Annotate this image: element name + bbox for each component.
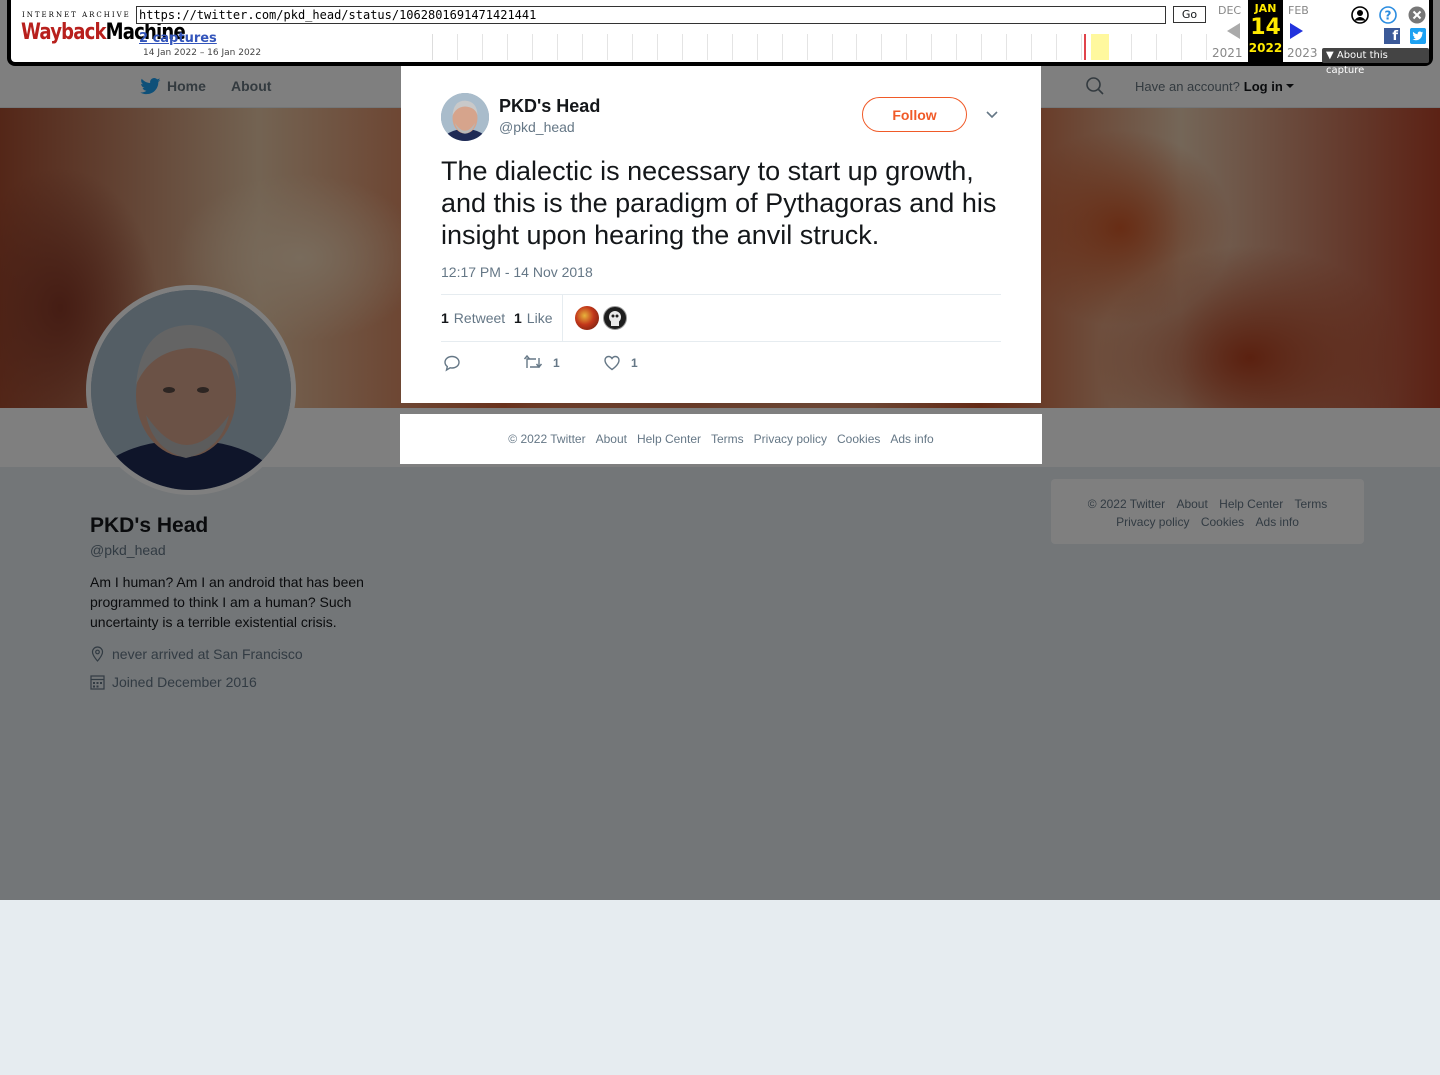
tweet-avatar-image <box>441 93 489 141</box>
like-action-count: 1 <box>631 356 638 370</box>
current-day: 14 <box>1250 15 1281 40</box>
retweet-stat[interactable]: 1 Retweet <box>441 295 505 341</box>
like-stat[interactable]: 1 Like <box>514 295 552 341</box>
tweet-author-name[interactable]: PKD's Head <box>499 96 600 117</box>
tweet-permalink-card: PKD's Head @pkd_head Follow The dialecti… <box>401 64 1041 403</box>
reply-button[interactable] <box>443 354 471 372</box>
tweet-stats: 1 Retweet 1 Like <box>441 294 1001 342</box>
wayback-sparkline[interactable] <box>432 34 1208 60</box>
footer-about[interactable]: About <box>596 432 627 446</box>
like-count: 1 <box>514 310 522 326</box>
sparkline-current-month <box>1091 34 1109 60</box>
chevron-down-icon[interactable] <box>985 110 999 120</box>
prev-capture-arrow-icon[interactable] <box>1227 23 1240 39</box>
heart-icon <box>604 355 620 371</box>
svg-text:?: ? <box>1385 9 1392 23</box>
liker-avatar[interactable] <box>575 306 599 330</box>
prev-month-label[interactable]: DEC <box>1218 4 1241 17</box>
retweet-icon <box>523 354 543 369</box>
wayback-captures-link[interactable]: 2 captures <box>139 31 217 46</box>
wayback-url-input[interactable]: https://twitter.com/pkd_head/status/1062… <box>136 6 1166 24</box>
twitter-share-icon[interactable] <box>1410 28 1426 44</box>
retweet-count: 1 <box>441 310 449 326</box>
wayback-toolbar: INTERNET ARCHIVE WaybackMachine https://… <box>7 0 1433 76</box>
footer-terms[interactable]: Terms <box>711 432 744 446</box>
footer-privacy[interactable]: Privacy policy <box>754 432 827 446</box>
tweet-avatar[interactable] <box>441 93 489 141</box>
retweet-action-count: 1 <box>553 356 560 370</box>
footer-copyright: © 2022 Twitter <box>508 432 586 446</box>
current-year: 2022 <box>1248 41 1283 55</box>
reply-icon <box>444 355 460 372</box>
tweet-author-handle[interactable]: @pkd_head <box>499 119 575 135</box>
footer-help[interactable]: Help Center <box>637 432 701 446</box>
prev-year-label[interactable]: 2021 <box>1212 46 1243 60</box>
next-year-label[interactable]: 2023 <box>1287 46 1318 60</box>
sparkline-capture-marker <box>1084 34 1086 60</box>
liker-avatar-image <box>609 311 621 326</box>
modal-footer: © 2022 Twitter About Help Center Terms P… <box>400 414 1042 464</box>
wayback-go-button[interactable]: Go <box>1173 6 1206 23</box>
retweet-button[interactable]: 1 <box>523 354 560 372</box>
stats-divider <box>562 295 563 341</box>
liker-avatar[interactable] <box>603 306 627 330</box>
tweet-text: The dialectic is necessary to start up g… <box>441 156 997 250</box>
wayback-logo-caption: INTERNET ARCHIVE <box>22 11 131 19</box>
close-icon[interactable] <box>1408 6 1426 24</box>
footer-cookies[interactable]: Cookies <box>837 432 880 446</box>
current-capture-date: JAN 14 2022 <box>1248 0 1283 62</box>
facebook-share-icon[interactable]: f <box>1384 28 1400 44</box>
footer-ads[interactable]: Ads info <box>890 432 933 446</box>
about-this-capture-button[interactable]: ▼ About this capture <box>1322 48 1429 76</box>
next-capture-arrow-icon[interactable] <box>1290 23 1303 39</box>
retweet-label: Retweet <box>453 310 506 326</box>
like-button[interactable]: 1 <box>603 354 638 372</box>
wayback-logo-word: Wayback <box>21 20 106 45</box>
next-month-label[interactable]: FEB <box>1288 4 1309 17</box>
current-month: JAN <box>1254 2 1277 15</box>
user-account-icon[interactable] <box>1351 6 1369 24</box>
like-label: Like <box>526 310 553 326</box>
follow-button[interactable]: Follow <box>862 97 967 132</box>
tweet-timestamp[interactable]: 12:17 PM - 14 Nov 2018 <box>441 264 593 280</box>
help-icon[interactable]: ? <box>1379 6 1397 24</box>
wayback-capture-range: 14 Jan 2022 – 16 Jan 2022 <box>143 48 262 58</box>
